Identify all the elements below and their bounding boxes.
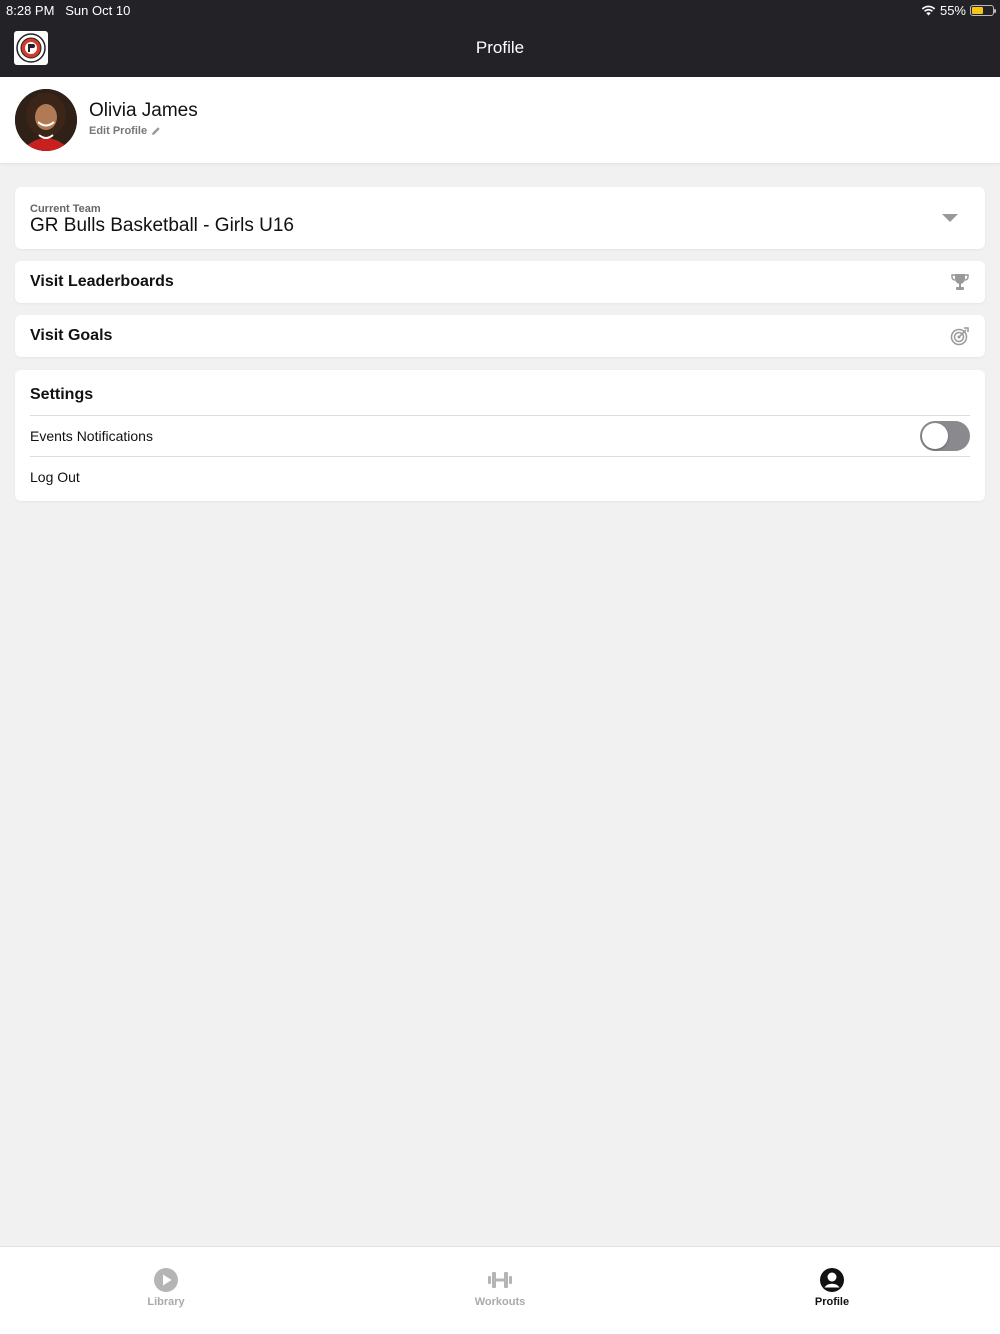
status-date-text: Sun Oct 10 <box>65 3 131 18</box>
visit-goals-label: Visit Goals <box>30 327 113 344</box>
toggle-knob <box>922 423 948 449</box>
status-time-text: 8:28 PM <box>6 3 55 18</box>
avatar-image <box>15 89 77 151</box>
current-team-value: GR Bulls Basketball - Girls U16 <box>30 215 294 236</box>
top-bar: 8:28 PM Sun Oct 10 55% Profile <box>0 0 1000 77</box>
visit-goals-button[interactable]: Visit Goals <box>15 315 985 357</box>
log-out-button[interactable]: Log Out <box>30 469 80 485</box>
edit-profile-label: Edit Profile <box>89 125 148 137</box>
wifi-icon <box>921 5 936 16</box>
profile-header: Olivia James Edit Profile <box>0 77 1000 163</box>
target-icon <box>950 327 969 346</box>
battery-percent: 55% <box>939 3 966 18</box>
divider <box>30 456 970 457</box>
tab-workouts[interactable]: Workouts <box>430 1267 570 1308</box>
pencil-icon <box>152 127 160 135</box>
tab-profile-label: Profile <box>814 1296 850 1308</box>
trophy-icon <box>951 274 969 290</box>
page-title: Profile <box>475 38 525 57</box>
tab-bar: Library Workouts Profile <box>0 1246 1000 1334</box>
visit-leaderboards-label: Visit Leaderboards <box>30 273 174 290</box>
profile-name: Olivia James <box>89 100 198 121</box>
chevron-down-icon <box>942 214 958 222</box>
events-notifications-toggle[interactable] <box>920 421 970 451</box>
visit-leaderboards-button[interactable]: Visit Leaderboards <box>15 261 985 303</box>
battery-icon <box>970 5 996 16</box>
user-circle-icon <box>820 1268 844 1292</box>
avatar[interactable] <box>15 89 77 151</box>
battery-level <box>972 7 983 14</box>
events-notifications-label: Events Notifications <box>30 428 153 444</box>
tab-library[interactable]: Library <box>96 1267 236 1308</box>
status-time: 8:28 PM Sun Oct 10 <box>6 3 130 18</box>
tab-library-label: Library <box>147 1296 185 1308</box>
settings-card: Settings Events Notifications Log Out <box>15 370 985 501</box>
status-indicators: 55% <box>921 3 996 18</box>
tab-profile[interactable]: Profile <box>762 1267 902 1308</box>
current-team-label: Current Team <box>30 203 101 215</box>
tab-workouts-label: Workouts <box>474 1296 526 1308</box>
settings-title: Settings <box>30 386 94 403</box>
edit-profile-link[interactable]: Edit Profile <box>89 125 161 137</box>
divider <box>30 415 970 416</box>
current-team-selector[interactable]: Current Team GR Bulls Basketball - Girls… <box>15 187 985 249</box>
play-circle-icon <box>154 1268 178 1292</box>
dumbbell-icon <box>488 1272 512 1288</box>
